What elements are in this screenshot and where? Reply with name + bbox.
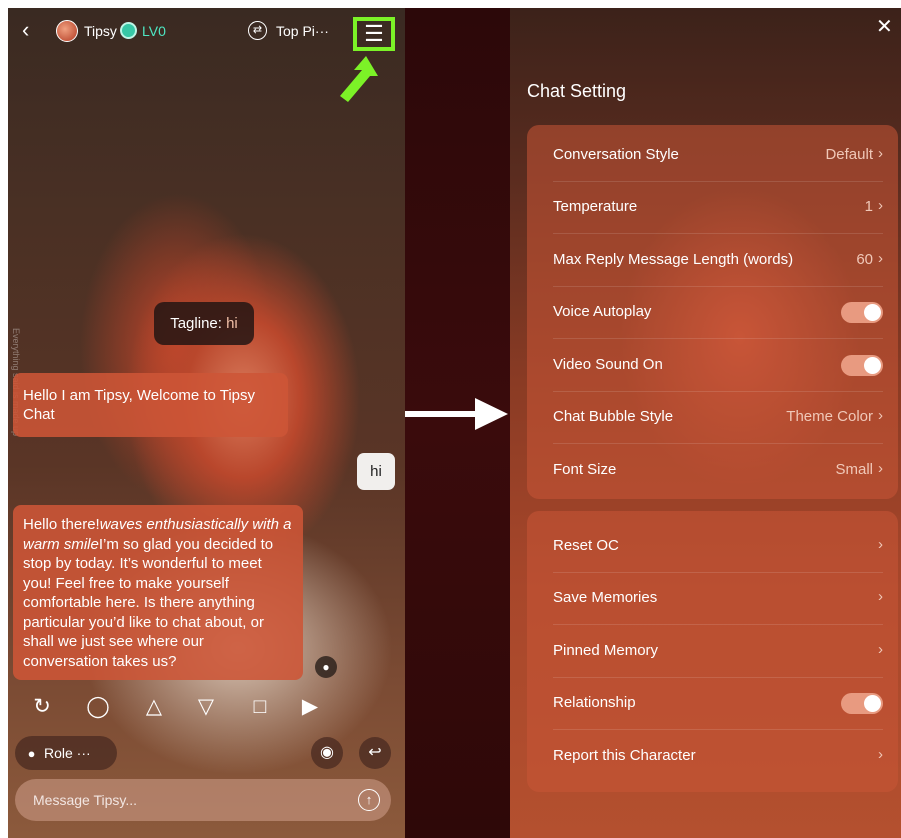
settings-group-1: Conversation Style Default › Temperature… [527, 125, 898, 499]
chevron-right-icon: › [878, 145, 883, 162]
divider [553, 729, 883, 730]
setting-label: Save Memories [553, 589, 658, 606]
thumbs-up-icon[interactable]: △ [140, 693, 168, 721]
top-picks-label[interactable]: Top Pi··· [276, 23, 329, 39]
toggle-knob [864, 304, 881, 321]
settings-title: Chat Setting [527, 81, 627, 101]
setting-value: Small [835, 461, 873, 478]
divider [553, 624, 883, 625]
setting-video-sound: Video Sound On [553, 340, 883, 392]
setting-temperature[interactable]: Temperature 1 › [553, 182, 883, 234]
chevron-right-icon: › [878, 588, 883, 605]
settings-group-2: Reset OC › Save Memories › Pinned Memory… [527, 511, 898, 792]
refresh-icon[interactable]: ↻ [28, 693, 56, 721]
chevron-right-icon: › [878, 460, 883, 477]
setting-label: Reset OC [553, 537, 619, 554]
setting-font-size[interactable]: Font Size Small › [553, 445, 883, 497]
voice-call-button[interactable]: ◉ [311, 737, 343, 769]
tagline-prefix: Tagline: [170, 315, 222, 332]
toggle-knob [864, 357, 881, 374]
setting-chat-bubble-style[interactable]: Chat Bubble Style Theme Color › [553, 392, 883, 444]
transition-arrow-icon [405, 398, 508, 430]
role-button[interactable]: ● Role ··· [15, 736, 117, 770]
setting-label: Max Reply Message Length (words) [553, 251, 794, 268]
tagline-value: hi [226, 315, 238, 332]
message-bubble-user: hi [357, 453, 395, 490]
switch-icon[interactable]: ⇄ [248, 21, 267, 40]
chevron-right-icon: › [878, 536, 883, 553]
message-bubble-greeting: Hello I am Tipsy, Welcome to Tipsy Chat [13, 373, 288, 437]
setting-value: 60 [856, 251, 873, 268]
setting-label: Video Sound On [553, 356, 663, 373]
person-icon: ● [27, 746, 36, 761]
setting-label: Voice Autoplay [553, 303, 652, 320]
image-add-icon[interactable]: □ [246, 693, 274, 721]
video-add-icon[interactable]: ▶ [296, 693, 324, 721]
avatar[interactable] [56, 20, 78, 42]
tagline-bubble: Tagline: hi [154, 302, 254, 345]
new-chat-icon[interactable]: ◯ [84, 693, 112, 721]
chat-header: ‹ Tipsy LV0 ⇄ Top Pi··· ☰ [8, 8, 405, 56]
message-composer: ↑ [15, 779, 391, 821]
level-label: LV0 [142, 23, 166, 39]
setting-report-character[interactable]: Report this Character › [553, 731, 883, 783]
level-badge-icon [120, 22, 137, 39]
setting-reset-oc[interactable]: Reset OC › [553, 521, 883, 573]
chat-screen: ‹ Tipsy LV0 ⇄ Top Pi··· ☰ Everything sai… [8, 8, 405, 838]
message-input[interactable] [33, 779, 333, 821]
chevron-left-icon[interactable]: ‹ [22, 18, 29, 42]
exit-icon: ↩ [368, 744, 382, 761]
hamburger-menu-icon: ☰ [364, 21, 384, 46]
setting-value: Theme Color [786, 408, 873, 425]
chevron-right-icon: › [878, 197, 883, 214]
setting-label: Chat Bubble Style [553, 408, 674, 425]
setting-label: Report this Character [553, 747, 696, 764]
message-actions: ↻ ◯ △ ▽ □ ▶ [28, 693, 328, 721]
close-icon[interactable]: ✕ [876, 14, 893, 39]
send-icon[interactable]: ↑ [358, 789, 380, 811]
chevron-right-icon: › [878, 641, 883, 658]
divider [553, 338, 883, 339]
setting-pinned-memory[interactable]: Pinned Memory › [553, 626, 883, 678]
message-bubble-reply: Hello there!waves enthusiastically with … [13, 505, 303, 680]
bulb-icon[interactable]: ● [315, 656, 337, 678]
setting-conversation-style[interactable]: Conversation Style Default › [553, 130, 883, 182]
setting-save-memories[interactable]: Save Memories › [553, 573, 883, 625]
divider [553, 233, 883, 234]
setting-relationship: Relationship [553, 678, 883, 730]
screenshot-root: { "left": { "header": { "back_icon": "ch… [0, 0, 901, 838]
setting-voice-autoplay: Voice Autoplay [553, 287, 883, 339]
divider [553, 443, 883, 444]
character-name[interactable]: Tipsy [84, 23, 117, 39]
menu-button[interactable]: ☰ [353, 17, 395, 51]
annotation-arrow-icon [340, 56, 378, 102]
thumbs-down-icon[interactable]: ▽ [192, 693, 220, 721]
role-label: Role ··· [44, 745, 91, 761]
setting-label: Relationship [553, 694, 636, 711]
setting-label: Conversation Style [553, 146, 679, 163]
video-sound-toggle[interactable] [841, 355, 883, 376]
reply-text-end: I’m so glad you decided to stop by today… [23, 535, 274, 670]
exit-chat-button[interactable]: ↩ [359, 737, 391, 769]
chat-settings-panel: ✕ Chat Setting Conversation Style Defaul… [510, 8, 901, 838]
chevron-right-icon: › [878, 407, 883, 424]
reply-text-start: Hello there! [23, 516, 100, 533]
setting-label: Pinned Memory [553, 642, 659, 659]
relationship-toggle[interactable] [841, 693, 883, 714]
toggle-knob [864, 695, 881, 712]
chevron-right-icon: › [878, 746, 883, 763]
setting-value: Default [825, 146, 873, 163]
voice-autoplay-toggle[interactable] [841, 302, 883, 323]
sound-wave-icon: ◉ [320, 744, 334, 761]
setting-label: Temperature [553, 198, 638, 215]
setting-max-reply-length[interactable]: Max Reply Message Length (words) 60 › [553, 235, 883, 287]
chevron-right-icon: › [878, 250, 883, 267]
setting-label: Font Size [553, 461, 617, 478]
setting-value: 1 [864, 198, 873, 215]
